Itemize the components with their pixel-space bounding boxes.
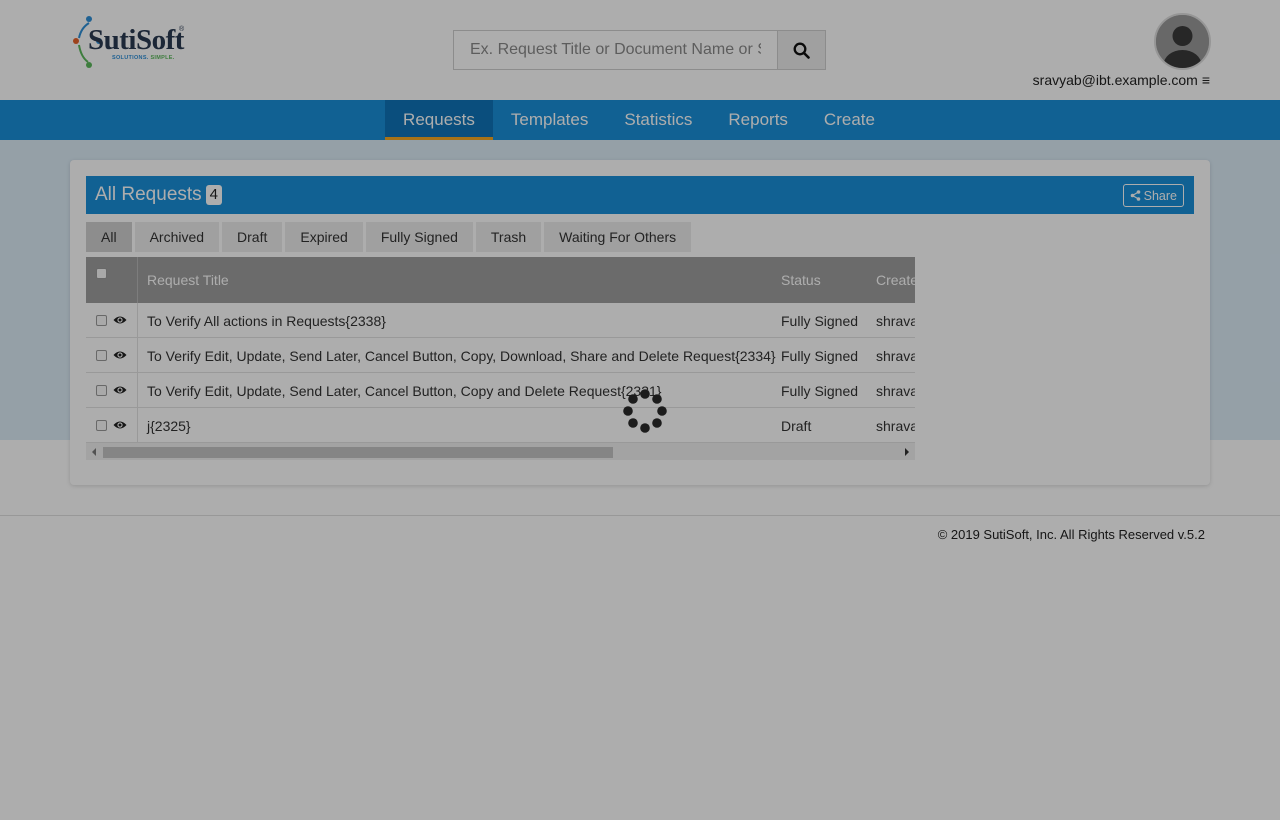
loading-spinner-icon bbox=[623, 389, 667, 433]
loading-overlay bbox=[0, 0, 1280, 820]
